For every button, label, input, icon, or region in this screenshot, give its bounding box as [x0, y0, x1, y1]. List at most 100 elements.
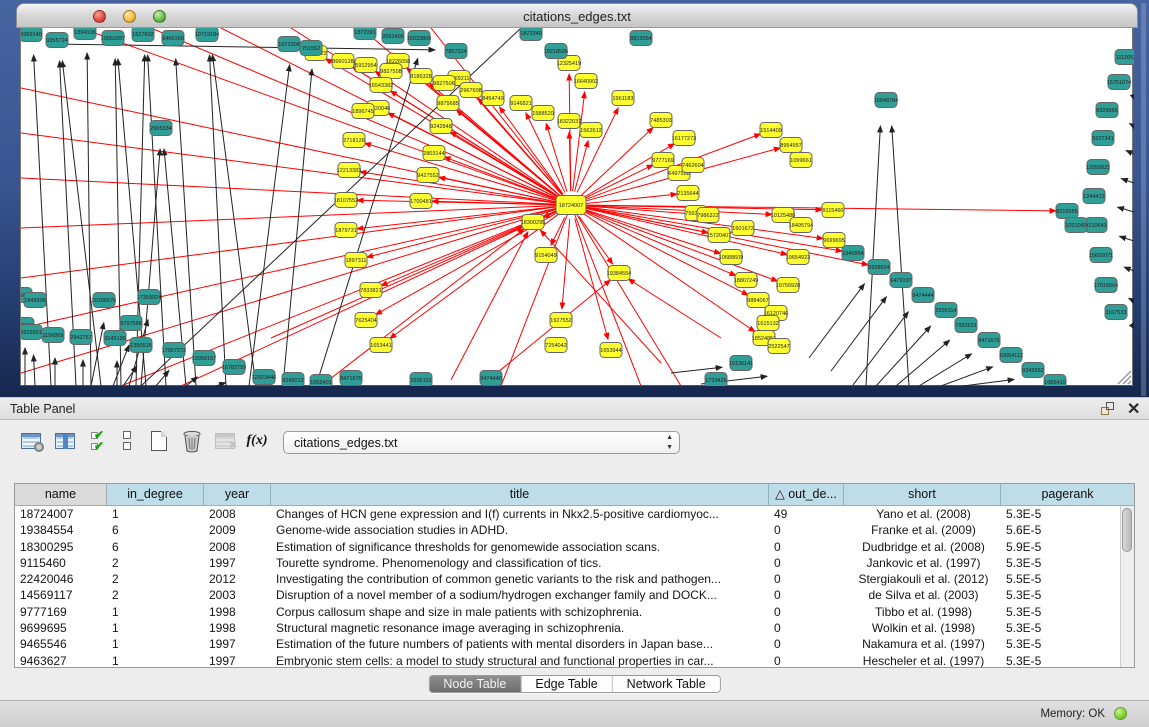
graph-node[interactable]: 2718126 [343, 133, 365, 148]
new-table-button[interactable] [146, 428, 172, 454]
graph-node[interactable]: 7986322 [697, 208, 719, 223]
graph-node[interactable]: 9827506 [433, 76, 455, 91]
graph-node[interactable]: 1099661 [790, 153, 812, 168]
graph-node[interactable]: 8660128 [332, 54, 354, 69]
graph-edge[interactable] [481, 280, 610, 386]
table-options-button[interactable] [18, 428, 44, 454]
graph-node[interactable]: 5938924 [868, 260, 890, 275]
graph-node[interactable]: 16177273 [672, 131, 696, 146]
graph-edge[interactable] [876, 326, 931, 386]
graph-edge[interactable] [34, 355, 35, 386]
graph-edge[interactable] [450, 132, 559, 198]
graph-node[interactable]: 1700481 [410, 194, 432, 209]
graph-node[interactable]: 7462604 [682, 158, 704, 173]
graph-node[interactable]: 18495794 [789, 218, 813, 233]
tab-edge-table[interactable]: Edge Table [521, 676, 612, 692]
graph-node[interactable]: 6466160 [162, 31, 184, 46]
graph-edge[interactable] [892, 126, 909, 386]
graph-node[interactable]: 9329966 [1096, 103, 1118, 118]
graph-node[interactable]: 1244413 [1083, 189, 1105, 204]
graph-node[interactable]: 15720407 [707, 228, 731, 243]
graph-node[interactable]: 3915901 [21, 325, 42, 340]
delete-table-button[interactable] [179, 428, 205, 454]
graph-node[interactable]: 8471670 [340, 371, 362, 386]
graph-edge[interactable] [1119, 236, 1134, 241]
graph-edge[interactable] [628, 279, 721, 338]
graph-edge[interactable] [551, 218, 565, 246]
graph-node[interactable]: 1514409 [760, 123, 782, 138]
graph-node[interactable]: 10719184 [195, 28, 219, 42]
graph-edge[interactable] [249, 65, 290, 386]
graph-edge[interactable] [21, 205, 571, 328]
graph-edge[interactable] [831, 297, 886, 371]
graph-node[interactable]: 19756928 [776, 278, 800, 293]
graph-node[interactable]: 1350515 [130, 338, 152, 353]
table-row[interactable]: 1938455462009Genome-wide association stu… [15, 522, 1120, 538]
show-columns-button[interactable] [52, 428, 78, 454]
resize-grip-icon[interactable] [1118, 371, 1131, 384]
graph-edge[interactable] [390, 213, 560, 338]
graph-node[interactable]: 2967608 [460, 83, 482, 98]
column-header-out-de-[interactable]: △ out_de... [769, 484, 844, 506]
memory-status-indicator[interactable] [1114, 707, 1127, 720]
graph-node[interactable]: 9115460 [822, 203, 844, 218]
graph-node[interactable]: 1872340 [520, 28, 542, 41]
graph-node[interactable]: 18724007 [556, 196, 586, 215]
graph-node[interactable]: 18322037 [557, 114, 581, 129]
graph-edge[interactable] [451, 232, 528, 380]
close-panel-icon[interactable]: ✕ [1127, 399, 1140, 419]
network-canvas[interactable]: 1872400774638228660128591295418226058982… [20, 28, 1133, 386]
graph-node[interactable]: 7625404 [355, 313, 377, 328]
column-header-name[interactable]: name [15, 484, 107, 506]
graph-node[interactable]: 1640954 [842, 246, 864, 261]
graph-node[interactable]: 1849306 [24, 293, 46, 308]
graph-node[interactable]: 1065410 [1044, 375, 1066, 387]
graph-node[interactable]: 1879731 [335, 223, 357, 238]
graph-edge[interactable] [91, 323, 104, 386]
network-window-titlebar[interactable]: citations_edges.txt [16, 3, 1138, 28]
graph-node[interactable]: 15692071 [1089, 248, 1113, 263]
graph-node[interactable]: 5912954 [355, 58, 377, 73]
table-row[interactable]: 977716911998Corpus callosum shape and si… [15, 604, 1120, 620]
graph-node[interactable]: 10653287 [101, 31, 125, 46]
graph-node[interactable]: 2905334 [150, 121, 172, 136]
table-row[interactable]: 1872400712008Changes of HCN gene express… [15, 506, 1120, 522]
graph-node[interactable]: 12213383 [337, 163, 361, 178]
graph-node[interactable]: 15751074 [1107, 75, 1131, 90]
graph-node[interactable]: 2942757 [70, 330, 92, 345]
table-chooser-dropdown[interactable]: citations_edges.txt ▲▼ [283, 431, 680, 454]
graph-node[interactable]: 7485303 [650, 113, 672, 128]
column-header-year[interactable]: year [204, 484, 271, 506]
graph-node[interactable]: 12093822 [1086, 160, 1110, 175]
graph-edge[interactable] [584, 165, 654, 199]
graph-node[interactable]: 2069140 [21, 28, 42, 42]
column-header-pagerank[interactable]: pagerank [1001, 484, 1134, 506]
graph-node[interactable]: 1112053 [1115, 50, 1134, 65]
graph-node[interactable]: 1615132 [757, 316, 779, 331]
graph-edge[interactable] [585, 194, 677, 203]
graph-node[interactable]: 16033809 [407, 31, 431, 46]
graph-node[interactable]: 1927552 [550, 313, 572, 328]
graph-node[interactable]: 18807249 [734, 273, 758, 288]
graph-node[interactable]: 19958167 [192, 351, 216, 366]
graph-node[interactable]: 9146821 [510, 96, 532, 111]
graph-edge[interactable] [148, 55, 166, 386]
graph-edge[interactable] [212, 55, 256, 386]
graph-node[interactable]: 9474444 [912, 288, 934, 303]
graph-edge[interactable] [156, 370, 169, 386]
graph-node[interactable]: 19384554 [607, 266, 631, 281]
graph-node[interactable]: 1894106 [74, 28, 96, 40]
graph-node[interactable]: 9245012 [282, 373, 304, 387]
graph-node[interactable]: 1527602 [132, 28, 154, 42]
float-window-icon[interactable] [1101, 402, 1116, 416]
graph-node[interactable]: 9884067 [747, 293, 769, 308]
graph-node[interactable]: 1601672 [732, 221, 754, 236]
graph-node[interactable]: 9210643 [1085, 218, 1107, 233]
unselect-all-columns-button[interactable] [114, 428, 140, 454]
graph-edge[interactable] [21, 205, 571, 228]
graph-edge[interactable] [919, 354, 972, 386]
table-row[interactable]: 911546021997Tourette syndrome. Phenomeno… [15, 555, 1120, 571]
graph-node[interactable]: 8215955 [1056, 204, 1078, 219]
graph-node[interactable]: 2135644 [677, 186, 699, 201]
graph-node[interactable]: 8813054 [630, 31, 652, 46]
